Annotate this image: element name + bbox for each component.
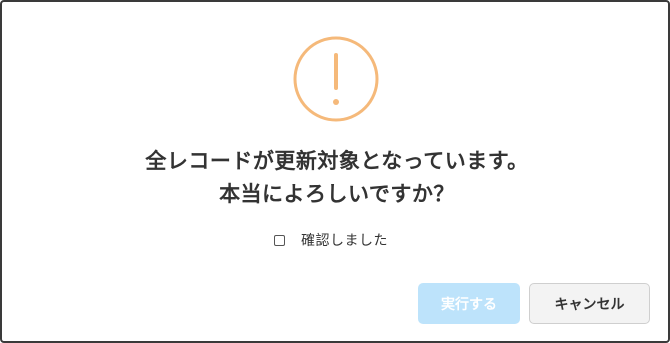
- confirm-checkbox[interactable]: [274, 234, 285, 246]
- confirm-dialog: 全レコードが更新対象となっています。 本当によろしいですか？ 確認しました 実行…: [0, 0, 670, 343]
- confirm-row[interactable]: 確認しました: [274, 230, 388, 250]
- confirm-checkbox-label[interactable]: 確認しました: [301, 230, 388, 250]
- dialog-message-line2: 本当によろしいですか？: [219, 182, 455, 206]
- exclamation-circle-icon: [293, 36, 379, 122]
- dialog-message-line1: 全レコードが更新対象となっています。: [145, 149, 529, 173]
- cancel-button[interactable]: キャンセル: [529, 283, 650, 324]
- execute-button[interactable]: 実行する: [418, 283, 520, 324]
